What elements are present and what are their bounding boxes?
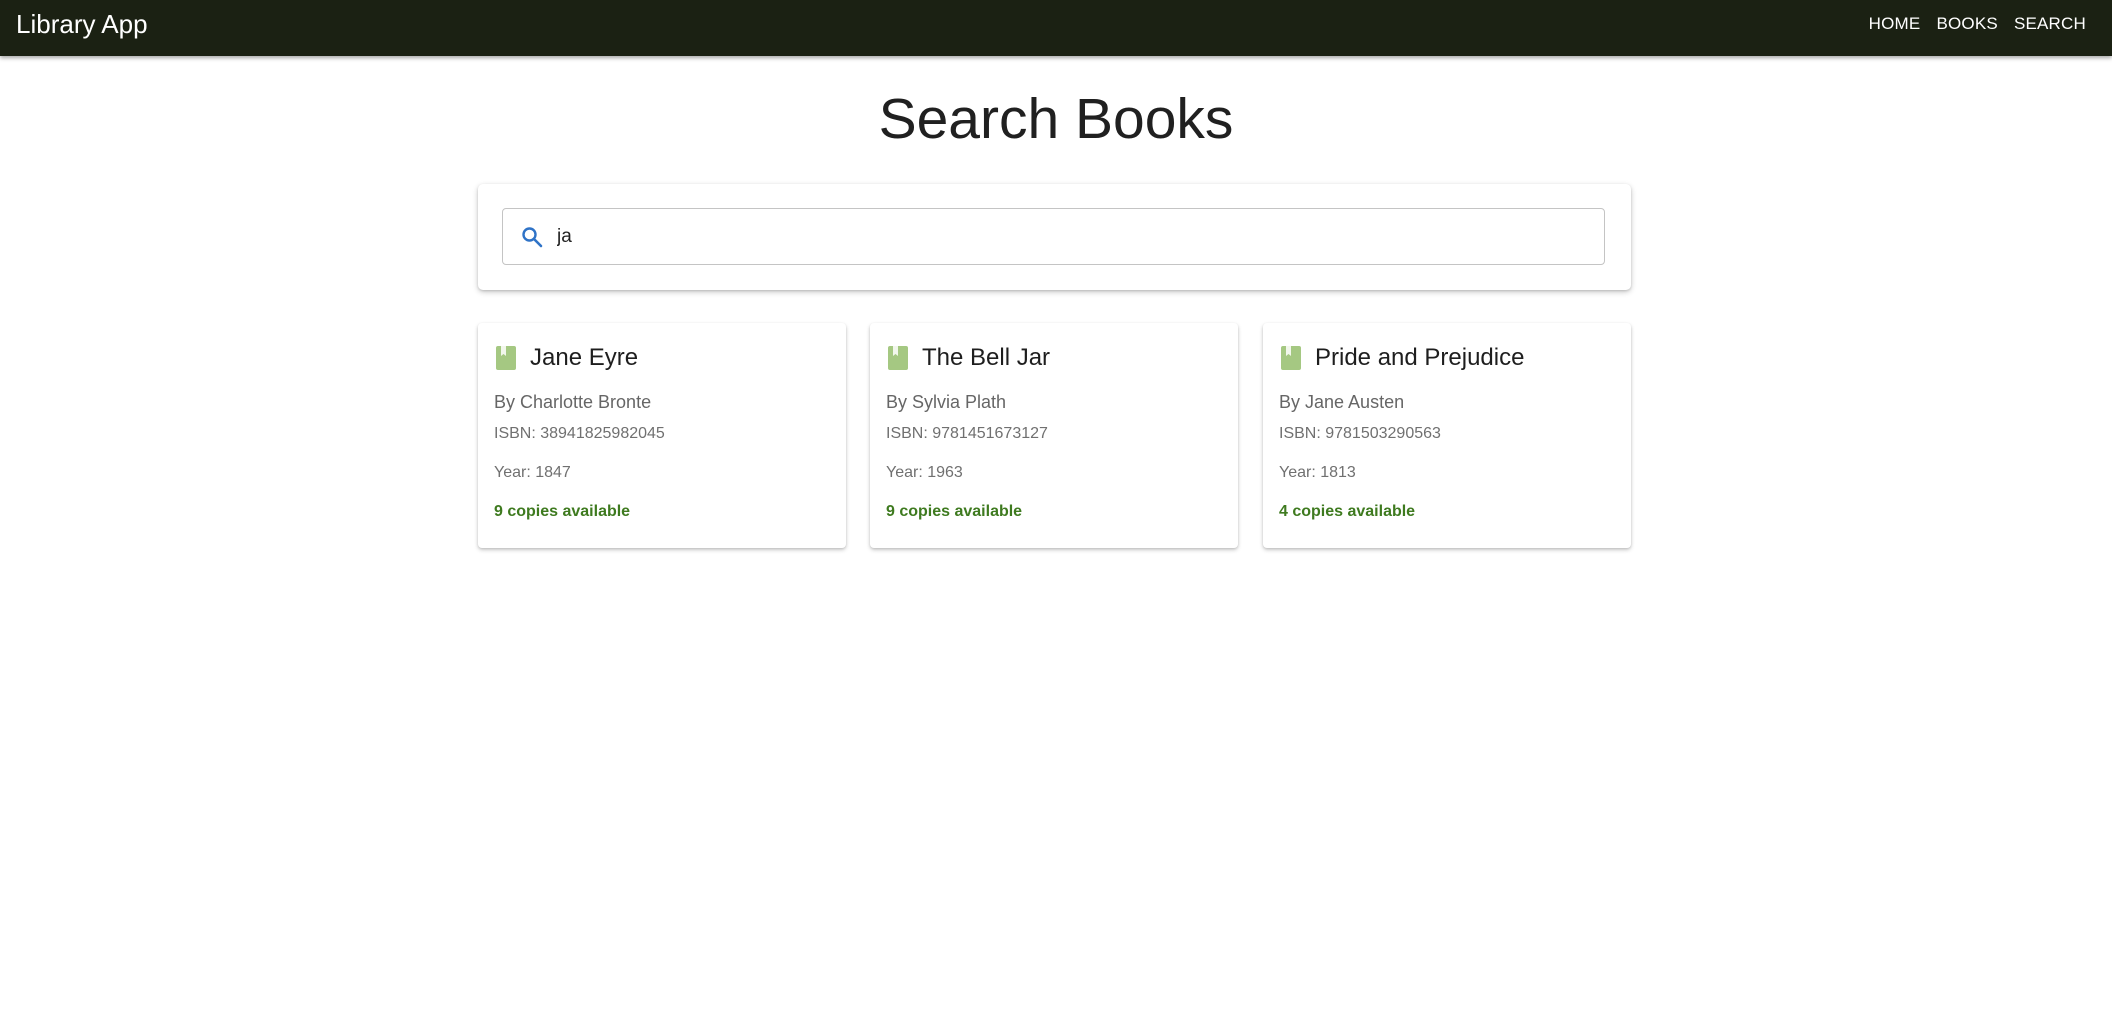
book-author: By Sylvia Plath xyxy=(886,392,1007,412)
app-bar: Library App HOME BOOKS SEARCH xyxy=(0,0,2112,56)
book-card-the-bell-jar[interactable]: The Bell Jar By Sylvia Plath ISBN: 97814… xyxy=(870,323,1238,548)
book-isbn: ISBN: 9781451673127 xyxy=(886,425,1048,442)
book-title: The Bell Jar xyxy=(922,344,1051,371)
book-year: Year: 1963 xyxy=(886,464,963,481)
book-author: By Charlotte Bronte xyxy=(494,392,652,412)
card-title-row: The Bell Jar xyxy=(886,343,1050,373)
search-field[interactable] xyxy=(502,208,1605,265)
top-nav: HOME BOOKS SEARCH xyxy=(1869,0,2086,48)
availability-status: 9 copies available xyxy=(886,503,1023,520)
book-year: Year: 1847 xyxy=(494,464,571,481)
book-icon xyxy=(886,344,910,372)
book-author: By Jane Austen xyxy=(1279,392,1405,412)
card-title-row: Pride and Prejudice xyxy=(1279,343,1524,373)
app-title[interactable]: Library App xyxy=(16,0,148,48)
availability-status: 4 copies available xyxy=(1279,503,1416,520)
search-card xyxy=(478,184,1631,290)
book-icon xyxy=(494,344,518,372)
nav-books-link[interactable]: BOOKS xyxy=(1936,14,1997,34)
card-title-row: Jane Eyre xyxy=(494,343,638,373)
book-isbn: ISBN: 9781503290563 xyxy=(1279,425,1441,442)
book-title: Jane Eyre xyxy=(530,344,639,371)
nav-home-link[interactable]: HOME xyxy=(1869,14,1921,34)
book-title: Pride and Prejudice xyxy=(1315,344,1525,371)
nav-search-link[interactable]: SEARCH xyxy=(2014,14,2086,34)
book-isbn: ISBN: 38941825982045 xyxy=(494,425,665,442)
book-card-pride-and-prejudice[interactable]: Pride and Prejudice By Jane Austen ISBN:… xyxy=(1263,323,1631,548)
search-input[interactable] xyxy=(555,215,1604,258)
book-card-jane-eyre[interactable]: Jane Eyre By Charlotte Bronte ISBN: 3894… xyxy=(478,323,846,548)
page-title: Search Books xyxy=(878,87,1234,151)
book-icon xyxy=(1279,344,1303,372)
availability-status: 9 copies available xyxy=(494,503,631,520)
search-icon xyxy=(519,224,545,250)
book-year: Year: 1813 xyxy=(1279,464,1356,481)
